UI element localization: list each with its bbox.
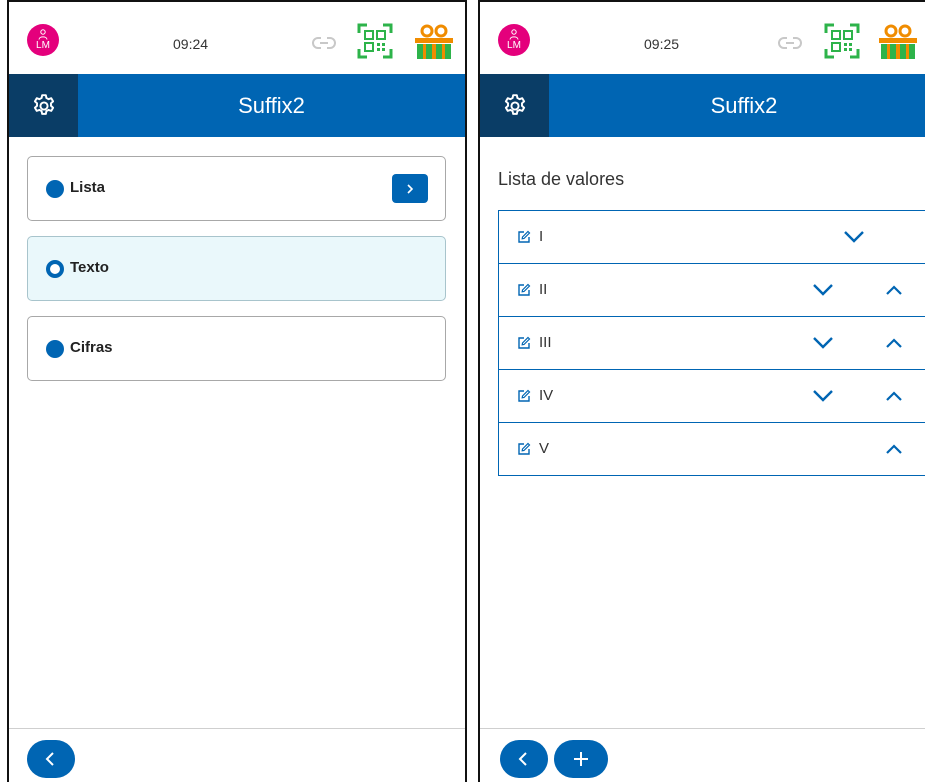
move-down-button[interactable]: [811, 332, 835, 352]
gear-icon: [504, 93, 525, 115]
edit-icon[interactable]: [517, 389, 531, 403]
link-icon[interactable]: [312, 35, 336, 51]
move-up-button[interactable]: [884, 334, 904, 352]
radio-button[interactable]: [46, 260, 64, 278]
qr-code-icon[interactable]: [357, 23, 393, 59]
chevron-left-icon: [518, 752, 527, 766]
screen-left: LM 09:24 Suffix2 Lista Texto Cifras: [7, 0, 467, 782]
move-down-button[interactable]: [811, 279, 835, 299]
value-list: I II III IV V: [498, 210, 925, 476]
gift-icon[interactable]: [878, 24, 918, 60]
back-button[interactable]: [27, 740, 75, 778]
list-item: IV: [498, 370, 925, 423]
list-item: I: [498, 211, 925, 264]
user-avatar[interactable]: LM: [27, 24, 59, 56]
chevron-left-icon: [45, 752, 54, 766]
move-up-button[interactable]: [884, 387, 904, 405]
option-label: Texto: [70, 259, 109, 276]
list-item: III: [498, 317, 925, 370]
radio-button[interactable]: [46, 180, 64, 198]
move-up-button[interactable]: [884, 281, 904, 299]
chevron-right-icon: [407, 183, 414, 194]
list-item: V: [498, 423, 925, 476]
value-label: II: [539, 281, 548, 298]
option-lista[interactable]: Lista: [27, 156, 446, 221]
page-title: Suffix2: [710, 92, 778, 118]
add-value-button[interactable]: [554, 740, 608, 778]
list-item: II: [498, 264, 925, 317]
plus-icon: [574, 752, 588, 766]
value-label: IV: [539, 387, 554, 404]
back-button[interactable]: [500, 740, 548, 778]
footer: [9, 728, 465, 782]
avatar-initials: LM: [507, 40, 521, 51]
value-label: I: [539, 228, 544, 245]
title-bar: Suffix2: [480, 74, 925, 137]
radio-button[interactable]: [46, 340, 64, 358]
move-down-button[interactable]: [811, 385, 835, 405]
screen-right: LM 09:25 Suffix2 Lista de valores I II I…: [478, 0, 925, 782]
link-icon[interactable]: [778, 35, 802, 51]
list-heading: Lista de valores: [498, 169, 625, 189]
status-bar: LM 09:25: [480, 2, 925, 74]
edit-icon[interactable]: [517, 230, 531, 244]
value-label: III: [539, 334, 552, 351]
user-avatar-icon: [509, 29, 519, 40]
clock: 09:24: [173, 36, 209, 52]
option-label: Cifras: [70, 339, 113, 356]
user-avatar[interactable]: LM: [498, 24, 530, 56]
clock: 09:25: [644, 36, 680, 52]
user-avatar-icon: [38, 29, 48, 40]
page-title: Suffix2: [238, 92, 305, 118]
title-bar: Suffix2: [9, 74, 465, 137]
option-cifras[interactable]: Cifras: [27, 316, 446, 381]
edit-icon[interactable]: [517, 442, 531, 456]
edit-icon[interactable]: [517, 336, 531, 350]
open-list-button[interactable]: [392, 174, 428, 203]
option-label: Lista: [70, 179, 106, 196]
edit-icon[interactable]: [517, 283, 531, 297]
avatar-initials: LM: [36, 40, 50, 51]
option-texto[interactable]: Texto: [27, 236, 446, 301]
gift-icon[interactable]: [414, 24, 454, 60]
qr-code-icon[interactable]: [824, 23, 860, 59]
value-label: V: [539, 440, 550, 457]
footer: [480, 728, 925, 782]
settings-button[interactable]: [480, 74, 549, 137]
status-bar: LM 09:24: [9, 2, 465, 74]
move-down-button[interactable]: [842, 226, 866, 246]
settings-button[interactable]: [9, 74, 78, 137]
move-up-button[interactable]: [884, 440, 904, 458]
gear-icon: [33, 93, 54, 115]
